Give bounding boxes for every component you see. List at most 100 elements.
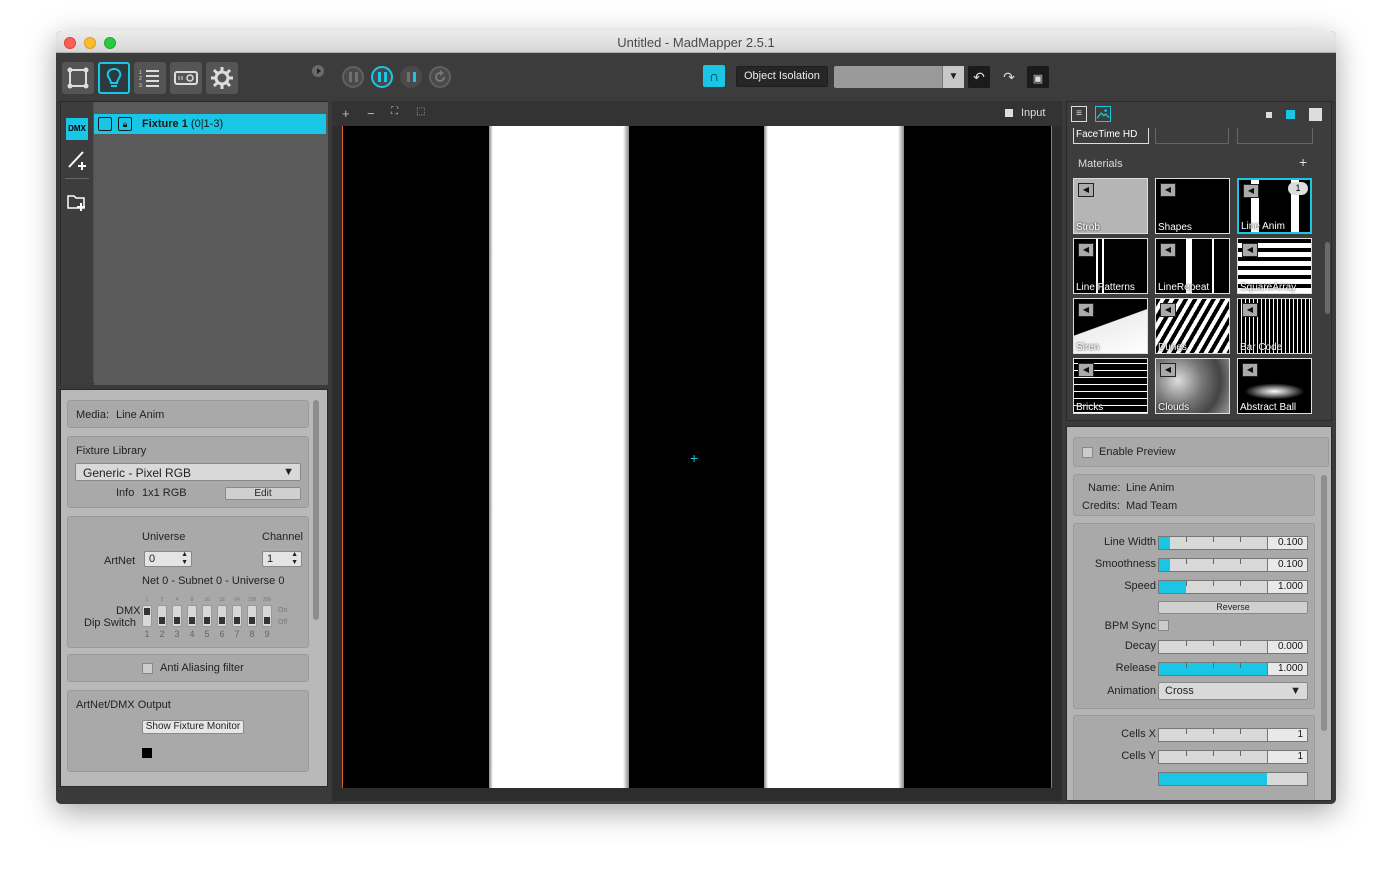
parameters-scrollbar[interactable] [1321,475,1327,731]
material-play-icon[interactable]: ◀ [1242,243,1258,257]
material-thumb[interactable]: ◀ LineRepeat [1155,238,1230,294]
speed-value: 1.000 [1267,581,1307,593]
zoom-out-button[interactable]: − [367,106,375,121]
decay-slider[interactable]: 0.000 [1158,640,1308,654]
zoom-in-button[interactable]: + [342,106,350,121]
fit-view-button[interactable]: ⛶ [391,106,398,117]
cells-y-slider[interactable]: 1 [1158,750,1308,764]
animation-label: Animation [1107,685,1156,697]
material-thumb[interactable]: ◀ Dunes [1155,298,1230,354]
material-thumb[interactable]: ◀ Bar Code [1237,298,1312,354]
material-play-icon[interactable]: ◀ [1078,363,1094,377]
lock-button[interactable]: ▣ [1027,66,1049,88]
material-thumb[interactable]: ◀ Line Patterns [1073,238,1148,294]
universe-stepper[interactable]: 0 ▲ ▼ [144,551,192,567]
material-name: Bar Code [1240,342,1283,353]
show-fixture-monitor-button[interactable]: Show Fixture Monitor [142,720,244,734]
properties-scrollbar[interactable] [313,400,319,620]
pause-button[interactable] [342,66,364,88]
material-play-icon[interactable]: ◀ [1243,184,1259,198]
dip-switch[interactable] [262,605,272,627]
reverse-button[interactable]: Reverse [1158,601,1308,614]
artnet-output-box: ArtNet/DMX Output Show Fixture Monitor [67,690,309,772]
object-isolation-button[interactable]: Object Isolation [736,66,828,87]
cells-x-slider[interactable]: 1 [1158,728,1308,742]
fixture-lock-checkbox[interactable]: 🔒︎ [118,117,132,131]
redo-button[interactable]: ↷ [998,66,1020,88]
medium-thumb-size-button[interactable] [1286,110,1295,119]
edit-fixture-button[interactable]: Edit [225,487,301,500]
enable-preview-checkbox[interactable] [1082,447,1093,458]
material-play-icon[interactable]: ◀ [1160,303,1176,317]
partial-slider[interactable] [1158,772,1308,786]
fixture-library-select[interactable]: Generic - Pixel RGB ▼ [75,463,301,481]
material-play-icon[interactable]: ◀ [1078,243,1094,257]
dip-switch[interactable] [247,605,257,627]
material-thumb[interactable]: ◀ Shapes [1155,178,1230,234]
large-thumb-size-button[interactable] [1309,108,1322,121]
material-thumb[interactable]: ◀ SquareArray [1237,238,1312,294]
dip-switch-number: 8 [249,629,255,639]
material-play-icon[interactable]: ◀ [1078,303,1094,317]
material-thumb[interactable]: ◀ Bricks [1073,358,1148,414]
speed-slider[interactable]: 1.000 [1158,580,1308,594]
credits-label: Credits: [1082,500,1120,512]
output-mode-button[interactable] [170,62,202,94]
material-play-icon[interactable]: ◀ [1160,183,1176,197]
material-play-icon[interactable]: ◀ [1160,363,1176,377]
material-play-icon[interactable]: ◀ [1078,183,1094,197]
smoothness-slider[interactable]: 0.100 [1158,558,1308,572]
play-pause-button[interactable] [371,66,393,88]
actual-size-button[interactable]: ⬚ [416,106,425,117]
surface-mode-button[interactable] [62,62,94,94]
fixture-mode-button[interactable] [98,62,130,94]
material-thumb[interactable]: ◀ Clouds [1155,358,1230,414]
isolation-object-select[interactable]: ▼ [834,66,964,88]
line-width-slider[interactable]: 0.100 [1158,536,1308,550]
dip-switch[interactable] [202,605,212,627]
add-line-fixture-button[interactable] [66,148,88,170]
output-canvas[interactable]: + [342,126,1052,788]
dip-switch[interactable] [142,605,152,627]
line-add-icon [68,151,86,170]
add-dmx-fixture-button[interactable]: DMX [66,118,88,140]
material-thumb[interactable]: ◀ Strob [1073,178,1148,234]
fixture-visible-checkbox[interactable] [98,117,112,131]
anti-aliasing-checkbox[interactable] [142,663,153,674]
snap-magnet-button[interactable]: ∩ [703,65,725,87]
release-slider[interactable]: 1.000 [1158,662,1308,676]
material-play-icon[interactable]: ◀ [1242,363,1258,377]
media-view-button[interactable] [1095,106,1111,122]
material-thumb[interactable]: ◀ Siren [1073,298,1148,354]
material-play-icon[interactable]: ◀ [1242,303,1258,317]
add-material-button[interactable]: + [1299,154,1307,170]
camera-source-item[interactable]: FaceTime HD [1073,128,1149,144]
list-view-button[interactable]: ≡ [1071,106,1087,122]
input-toggle-checkbox[interactable] [1005,109,1013,117]
dip-switch[interactable] [187,605,197,627]
dip-switch[interactable] [172,605,182,627]
animation-select[interactable]: Cross ▼ [1158,682,1308,700]
collapse-panel-button[interactable] [312,65,324,77]
dip-switch[interactable] [157,605,167,627]
channel-stepper[interactable]: 1 ▲ ▼ [262,551,302,567]
dip-switch[interactable] [232,605,242,627]
dip-switch-knob [189,617,195,624]
add-folder-button[interactable] [66,190,88,212]
material-thumb[interactable]: ◀ Abstract Ball [1237,358,1312,414]
material-play-icon[interactable]: ◀ [1160,243,1176,257]
window-title: Untitled - MadMapper 2.5.1 [617,35,775,50]
fixture-row[interactable]: 🔒︎ Fixture 1 (0|1-3) [94,114,326,134]
list-mode-button[interactable]: 123 [134,62,166,94]
slider-ticks [1159,663,1267,675]
media-scrollbar[interactable] [1325,242,1330,314]
undo-button[interactable]: ↶ [968,66,990,88]
bpm-sync-checkbox[interactable] [1158,620,1169,631]
play-button[interactable] [400,66,422,88]
material-thumb[interactable]: ◀ 1 Line Anim [1237,178,1312,234]
dip-switch[interactable] [217,605,227,627]
settings-button[interactable] [206,62,238,94]
small-thumb-size-button[interactable] [1266,112,1272,118]
rewind-button[interactable] [429,66,451,88]
app-window: Untitled - MadMapper 2.5.1 123 ∩ Object … [56,31,1336,804]
